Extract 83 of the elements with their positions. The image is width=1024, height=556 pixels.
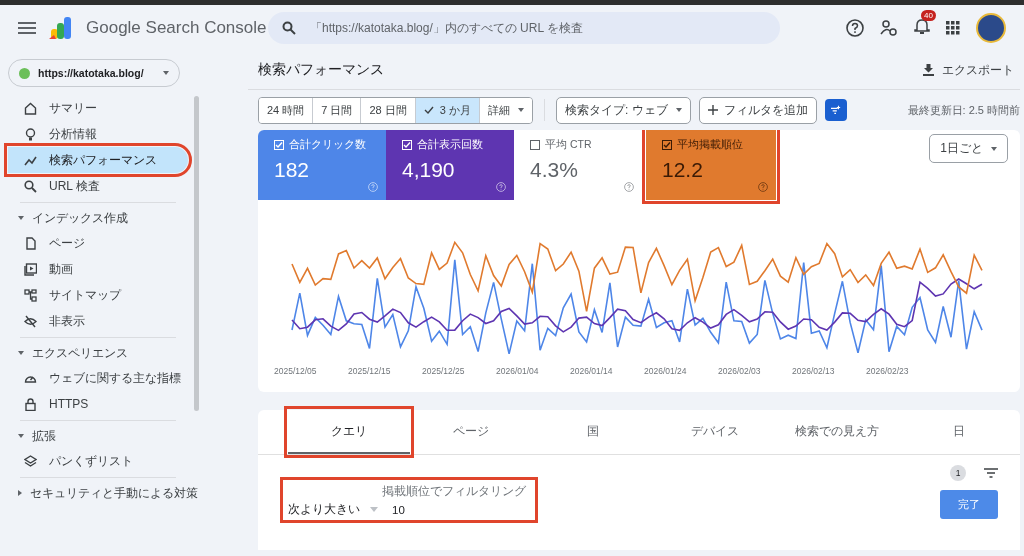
- filter-add-icon: [830, 105, 841, 115]
- sidebar-item[interactable]: 動画: [8, 256, 188, 282]
- date-range-button[interactable]: 3 か月: [415, 97, 480, 123]
- metric-value: 4,190: [402, 158, 456, 182]
- sidebar-item[interactable]: ページ: [8, 230, 188, 256]
- sidebar-item[interactable]: ウェブに関する主な指標: [8, 365, 188, 391]
- axis-label: 2026/01/24: [644, 366, 688, 376]
- sidebar-item[interactable]: URL 検査: [8, 173, 188, 199]
- search-type-dropdown[interactable]: 検索タイプ: ウェブ: [555, 96, 691, 124]
- nav-icon: [24, 288, 37, 302]
- filter-label: 掲載順位でフィルタリング: [381, 483, 527, 500]
- tab[interactable]: ページ: [410, 410, 532, 454]
- avatar[interactable]: [976, 13, 1006, 43]
- filter-value-field[interactable]: 10: [392, 503, 405, 516]
- date-range-button[interactable]: 詳細: [479, 97, 532, 123]
- filter-icon[interactable]: [984, 468, 998, 478]
- tab[interactable]: 国: [532, 410, 654, 454]
- sidebar-section[interactable]: セキュリティと手動による対策: [8, 481, 198, 505]
- plus-icon: [707, 105, 718, 115]
- metric-card[interactable]: 平均 CTR 4.3%: [514, 130, 642, 200]
- operator-dropdown[interactable]: 次より大きい: [288, 502, 378, 517]
- nav-icon: [24, 454, 37, 468]
- app-name: Google Search Console: [86, 18, 267, 38]
- last-updated-text: 最終更新日: 2.5 時間前: [907, 102, 1020, 118]
- sidebar-section[interactable]: エクスペリエンス: [8, 341, 128, 365]
- sidebar-item[interactable]: 分析情報: [8, 121, 188, 147]
- granularity-dropdown[interactable]: 1日ごと: [929, 134, 1008, 163]
- user-settings-icon[interactable]: [880, 19, 898, 37]
- nav-icon: [24, 236, 37, 250]
- tab[interactable]: デバイス: [654, 410, 776, 454]
- axis-label: 2026/02/13: [792, 366, 836, 376]
- nav-icon: [24, 314, 37, 328]
- tab[interactable]: 検索での見え方: [776, 410, 898, 454]
- metric-label: 合計表示回数: [417, 138, 483, 152]
- date-range-button[interactable]: 7 日間: [313, 97, 362, 123]
- tab[interactable]: 日: [898, 410, 1020, 454]
- filter-settings-button[interactable]: [824, 99, 847, 121]
- sidebar-item[interactable]: HTTPS: [8, 391, 188, 417]
- checkbox[interactable]: [530, 140, 540, 150]
- page-title: 検索パフォーマンス: [258, 61, 384, 79]
- add-filter-button[interactable]: フィルタを追加: [698, 96, 817, 124]
- axis-label: 2026/02/03: [718, 366, 762, 376]
- nav-icon: [24, 179, 37, 193]
- checkbox[interactable]: [662, 140, 672, 150]
- axis-label: 2026/01/04: [496, 366, 540, 376]
- download-icon: [923, 64, 934, 76]
- metric-label: 平均 CTR: [545, 138, 592, 152]
- check-icon: [423, 106, 434, 114]
- metric-label: 平均掲載順位: [677, 138, 743, 152]
- nav-icon: [24, 397, 37, 411]
- site-favicon-icon: [19, 67, 30, 79]
- axis-label: 2025/12/05: [274, 366, 318, 376]
- date-range-button[interactable]: 28 日間: [361, 97, 416, 123]
- axis-label: 2026/02/23: [866, 366, 910, 376]
- nav-icon: [24, 262, 37, 276]
- app-logo-icon: [48, 15, 74, 41]
- sidebar-section[interactable]: インデックス作成: [8, 206, 128, 230]
- nav-icon: [24, 101, 37, 115]
- sidebar-item[interactable]: サマリー: [8, 95, 188, 121]
- date-range-button[interactable]: 24 時間: [259, 97, 314, 123]
- metric-value: 182: [274, 158, 311, 182]
- search-field[interactable]: 「https://katotaka.blog/」内のすべての URL を検査: [268, 12, 780, 44]
- metric-label: 合計クリック数: [289, 138, 366, 152]
- filter-count: 1: [950, 465, 966, 481]
- position-filter[interactable]: 掲載順位でフィルタリング 次より大きい 10: [284, 481, 534, 519]
- sidebar-section[interactable]: 拡張: [8, 424, 56, 448]
- sidebar-item[interactable]: パンくずリスト: [8, 448, 188, 474]
- metric-value: 12.2: [662, 158, 704, 182]
- sidebar-item[interactable]: 非表示: [8, 308, 188, 334]
- help-icon[interactable]: [846, 19, 864, 37]
- notification-count: 40: [921, 10, 936, 21]
- bell-icon[interactable]: [914, 17, 930, 35]
- caret-icon: [163, 71, 169, 75]
- sidebar-item[interactable]: サイトマップ: [8, 282, 188, 308]
- search-icon: [282, 21, 296, 35]
- apps-grid-icon[interactable]: [946, 21, 960, 35]
- menu-icon[interactable]: [18, 21, 36, 35]
- nav-icon: [24, 127, 37, 141]
- metric-value: 4.3%: [530, 158, 579, 182]
- export-button[interactable]: エクスポート: [917, 60, 1020, 80]
- axis-label: 2026/01/14: [570, 366, 614, 376]
- axis-label: 2025/12/15: [348, 366, 392, 376]
- axis-label: 2025/12/25: [422, 366, 466, 376]
